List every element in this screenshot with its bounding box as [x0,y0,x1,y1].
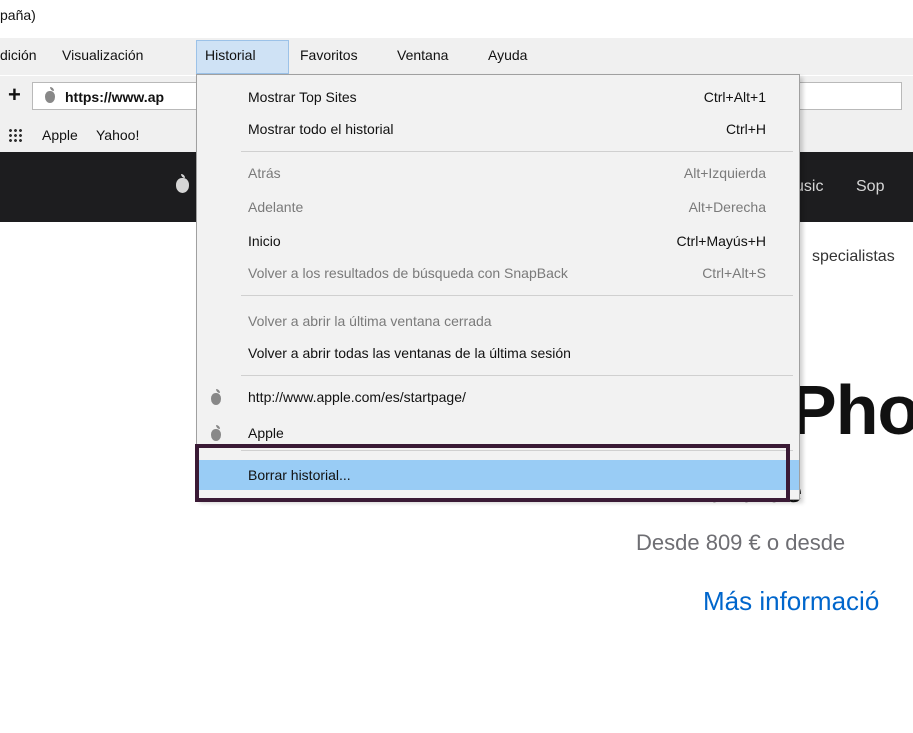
menu-ayuda[interactable]: Ayuda [488,47,527,63]
ribbon-text[interactable]: specialistas [812,248,895,266]
hero-title: Pho [790,371,913,449]
hero-price: Desde 809 € o desde [636,530,846,555]
menu-visualizacion[interactable]: Visualización [62,47,143,63]
focus-highlight-box [195,444,790,502]
menu-item-shortcut: Ctrl+H [725,121,766,137]
menu-item-label: Volver a los resultados de búsqueda con … [248,265,568,281]
menu-edicion[interactable]: dición [0,47,37,63]
menu-item-forward: Adelante Alt+Derecha [197,193,799,221]
menu-item-shortcut: Ctrl+Alt+1 [703,89,766,105]
window-title-bar: paña) [0,0,913,34]
menu-item-label: Atrás [248,165,281,181]
address-url-text: https://www.ap [65,89,165,105]
menu-ventana[interactable]: Ventana [397,47,448,63]
hero-more-info-link[interactable]: Más informació [703,586,879,617]
menu-separator [241,375,793,376]
top-sites-grid-icon[interactable] [8,128,22,142]
menu-item-home[interactable]: Inicio Ctrl+Mayús+H [197,227,799,255]
new-tab-button[interactable]: + [8,82,21,108]
bookmark-yahoo[interactable]: Yahoo! [96,127,139,143]
menu-item-history-apple[interactable]: Apple [197,419,799,447]
menu-item-label: Adelante [248,199,304,215]
menu-item-shortcut: Alt+Derecha [688,199,766,215]
nav-soporte[interactable]: Sop [856,178,884,196]
history-dropdown-menu: Mostrar Top Sites Ctrl+Alt+1 Mostrar tod… [196,74,800,500]
menu-item-shortcut: Ctrl+Alt+S [702,265,766,281]
bookmark-apple[interactable]: Apple [42,127,78,143]
menu-item-top-sites[interactable]: Mostrar Top Sites Ctrl+Alt+1 [197,83,799,111]
menu-item-shortcut: Ctrl+Mayús+H [676,233,766,249]
menu-item-show-all-history[interactable]: Mostrar todo el historial Ctrl+H [197,115,799,143]
menu-item-reopen-all-windows[interactable]: Volver a abrir todas las ventanas de la … [197,339,799,367]
site-apple-icon [45,87,55,108]
menu-item-label: Mostrar todo el historial [248,121,394,137]
apple-icon [211,389,221,410]
menu-item-label: http://www.apple.com/es/startpage/ [248,389,466,405]
menu-favoritos[interactable]: Favoritos [300,47,358,63]
menu-item-label: Inicio [248,233,281,249]
menu-item-history-startpage[interactable]: http://www.apple.com/es/startpage/ [197,383,799,411]
menu-separator [241,295,793,296]
menu-item-snapback: Volver a los resultados de búsqueda con … [197,259,799,287]
menu-item-label: Volver a abrir todas las ventanas de la … [248,345,571,361]
menu-item-shortcut: Alt+Izquierda [683,165,766,181]
window-title: paña) [0,7,36,23]
menu-item-label: Mostrar Top Sites [248,89,357,105]
menu-item-reopen-last-window: Volver a abrir la última ventana cerrada [197,307,799,335]
menu-historial[interactable]: Historial [205,47,256,63]
menu-item-back: Atrás Alt+Izquierda [197,159,799,187]
menu-item-label: Volver a abrir la última ventana cerrada [248,313,492,329]
menu-bar: dición Visualización Historial Favoritos… [0,38,913,75]
apple-logo-icon[interactable] [176,174,189,198]
menu-separator [241,151,793,152]
menu-item-label: Apple [248,425,284,441]
